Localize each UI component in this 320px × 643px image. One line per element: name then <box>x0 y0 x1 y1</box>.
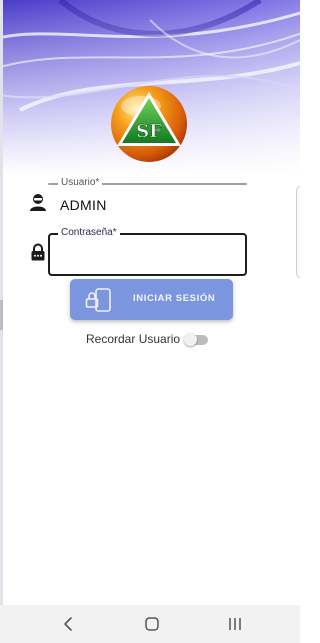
company-logo: SF <box>109 84 189 164</box>
password-label: Contraseña* <box>58 226 120 240</box>
lock-icon <box>30 243 48 261</box>
person-icon <box>29 193 47 211</box>
login-button[interactable]: INICIAR SESIÓN <box>70 279 233 320</box>
phone-lock-icon <box>84 288 114 317</box>
username-value: ADMIN <box>60 197 107 213</box>
side-panel-handle[interactable] <box>296 186 300 278</box>
username-label: Usuario* <box>58 176 103 190</box>
password-input[interactable] <box>60 245 238 267</box>
login-button-label: INICIAR SESIÓN <box>133 293 216 304</box>
system-navigation-bar <box>0 605 300 643</box>
remember-user-toggle[interactable] <box>184 333 208 346</box>
left-edge-marker <box>0 300 3 330</box>
login-screen: SF Usuario* ADMIN Contraseña* INICIAR SE… <box>0 0 300 643</box>
recents-icon[interactable] <box>226 615 244 633</box>
password-field[interactable]: Contraseña* <box>48 226 247 276</box>
back-chevron-icon[interactable] <box>60 615 78 633</box>
home-icon[interactable] <box>143 615 161 633</box>
username-field[interactable]: Usuario* ADMIN <box>48 176 247 213</box>
logo-text: SF <box>136 121 162 142</box>
toggle-thumb <box>184 333 197 346</box>
remember-user-label: Recordar Usuario <box>86 332 181 346</box>
